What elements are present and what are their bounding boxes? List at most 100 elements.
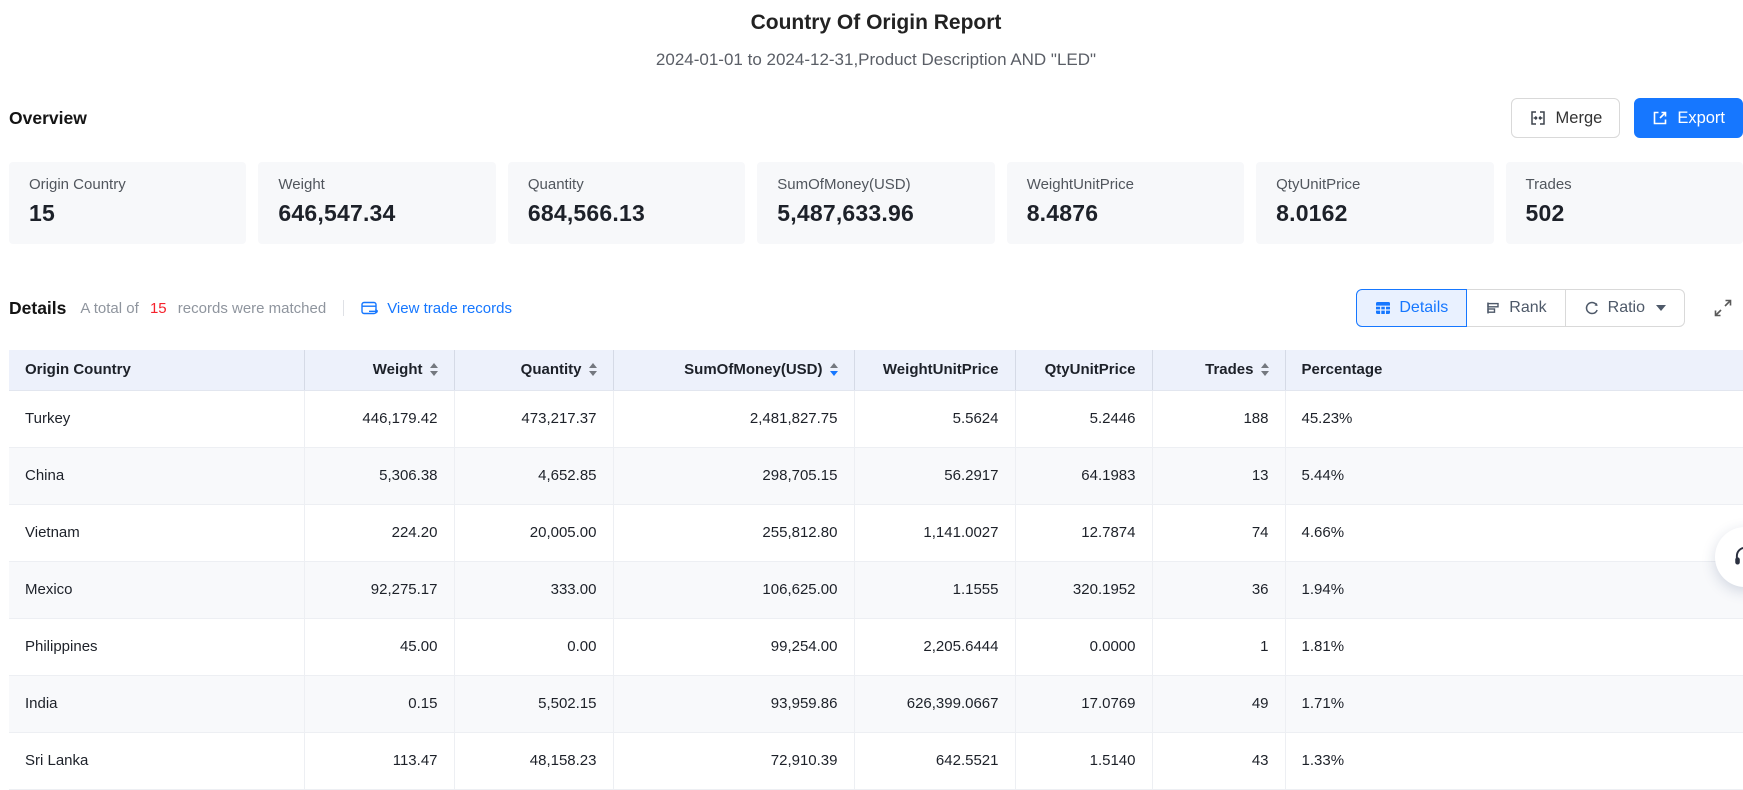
details-toolbar: Details Rank — [1356, 289, 1743, 327]
export-button[interactable]: Export — [1634, 98, 1743, 138]
cell-quantity: 48,158.23 — [454, 732, 613, 789]
sort-carets-icon[interactable] — [430, 363, 438, 376]
stat-card-value: 8.4876 — [1027, 200, 1224, 227]
chevron-down-icon — [1656, 305, 1666, 311]
cell-sum_of_money_usd: 72,910.39 — [613, 732, 854, 789]
column-header-quantity[interactable]: Quantity — [454, 350, 613, 390]
cell-weight: 5,306.38 — [304, 447, 454, 504]
tab-ratio[interactable]: Ratio — [1565, 289, 1685, 327]
column-header-sum_of_money_usd[interactable]: SumOfMoney(USD) — [613, 350, 854, 390]
sort-carets-icon[interactable] — [1261, 363, 1269, 376]
stat-card-weightunitprice: WeightUnitPrice 8.4876 — [1007, 162, 1244, 244]
matched-summary: A total of 15 records were matched — [80, 300, 326, 317]
export-button-label: Export — [1677, 109, 1725, 128]
title-bar: Country Of Origin Report 2024-01-01 to 2… — [9, 0, 1743, 70]
stat-card-value: 646,547.34 — [278, 200, 475, 227]
cell-quantity: 0.00 — [454, 618, 613, 675]
stat-card-label: Quantity — [528, 176, 725, 193]
vertical-divider — [343, 300, 344, 316]
cell-weight_unit_price: 56.2917 — [854, 447, 1015, 504]
action-buttons: Merge Export — [1511, 98, 1743, 138]
stat-card-value: 502 — [1526, 200, 1723, 227]
table-row: Vietnam224.2020,005.00255,812.801,141.00… — [9, 504, 1743, 561]
table-row: Philippines45.000.0099,254.002,205.64440… — [9, 618, 1743, 675]
cell-qty_unit_price: 12.7874 — [1015, 504, 1152, 561]
cell-qty_unit_price: 5.2446 — [1015, 390, 1152, 447]
view-switch-tabs: Details Rank — [1356, 289, 1685, 327]
details-header-row: Details A total of 15 records were match… — [9, 288, 1743, 328]
details-heading: Details — [9, 298, 66, 319]
cell-quantity: 333.00 — [454, 561, 613, 618]
tab-rank[interactable]: Rank — [1466, 289, 1565, 327]
cell-trades: 49 — [1152, 675, 1285, 732]
column-header-percentage: Percentage — [1285, 350, 1743, 390]
cell-trades: 13 — [1152, 447, 1285, 504]
cell-origin_country: Vietnam — [9, 504, 304, 561]
cell-weight: 0.15 — [304, 675, 454, 732]
cell-weight: 113.47 — [304, 732, 454, 789]
cell-trades: 188 — [1152, 390, 1285, 447]
cell-percentage: 45.23% — [1285, 390, 1743, 447]
merge-button[interactable]: Merge — [1511, 98, 1621, 138]
cell-weight: 224.20 — [304, 504, 454, 561]
cell-sum_of_money_usd: 255,812.80 — [613, 504, 854, 561]
sort-carets-icon[interactable] — [589, 363, 597, 376]
merge-icon — [1529, 109, 1547, 127]
cell-percentage: 1.81% — [1285, 618, 1743, 675]
table-header-row: Origin Country Weight Quantity SumOfMoney(U… — [9, 350, 1743, 390]
stat-card-value: 684,566.13 — [528, 200, 725, 227]
sort-carets-icon[interactable] — [830, 363, 838, 376]
details-table: Origin Country Weight Quantity SumOfMoney(U… — [9, 350, 1743, 790]
table-row: India0.155,502.1593,959.86626,399.066717… — [9, 675, 1743, 732]
cell-qty_unit_price: 17.0769 — [1015, 675, 1152, 732]
column-header-label: Weight — [373, 361, 423, 378]
cell-quantity: 4,652.85 — [454, 447, 613, 504]
cell-qty_unit_price: 64.1983 — [1015, 447, 1152, 504]
view-trade-records-link[interactable]: View trade records — [361, 300, 512, 317]
cell-sum_of_money_usd: 298,705.15 — [613, 447, 854, 504]
cell-quantity: 473,217.37 — [454, 390, 613, 447]
cell-qty_unit_price: 320.1952 — [1015, 561, 1152, 618]
cell-percentage: 4.66% — [1285, 504, 1743, 561]
column-header-label: QtyUnitPrice — [1045, 361, 1136, 378]
stat-card-sumofmoney-usd-: SumOfMoney(USD)5,487,633.96 — [757, 162, 994, 244]
column-header-weight_unit_price: WeightUnitPrice — [854, 350, 1015, 390]
cell-percentage: 5.44% — [1285, 447, 1743, 504]
tab-rank-label: Rank — [1509, 299, 1546, 317]
column-header-label: Trades — [1205, 361, 1253, 378]
stat-card-trades: Trades502 — [1506, 162, 1743, 244]
tab-details[interactable]: Details — [1356, 289, 1467, 327]
page-title: Country Of Origin Report — [9, 10, 1743, 36]
cell-weight: 45.00 — [304, 618, 454, 675]
stat-card-label: WeightUnitPrice — [1027, 176, 1224, 193]
merge-button-label: Merge — [1556, 109, 1603, 128]
column-header-qty_unit_price: QtyUnitPrice — [1015, 350, 1152, 390]
cell-weight_unit_price: 626,399.0667 — [854, 675, 1015, 732]
fullscreen-button[interactable] — [1713, 298, 1733, 318]
stat-card-origin-country: Origin Country15 — [9, 162, 246, 244]
circular-arrow-icon — [1584, 300, 1600, 316]
stat-card-label: QtyUnitPrice — [1276, 176, 1473, 193]
cell-origin_country: Mexico — [9, 561, 304, 618]
cell-percentage: 1.94% — [1285, 561, 1743, 618]
overview-header-row: Overview Merge — [9, 98, 1743, 138]
column-header-label: Percentage — [1302, 361, 1383, 378]
report-page: Country Of Origin Report 2024-01-01 to 2… — [0, 0, 1743, 790]
stat-card-label: Origin Country — [29, 176, 226, 193]
headset-icon — [1732, 544, 1743, 570]
cell-weight_unit_price: 642.5521 — [854, 732, 1015, 789]
cell-origin_country: China — [9, 447, 304, 504]
cell-origin_country: Sri Lanka — [9, 732, 304, 789]
matched-suffix: records were matched — [178, 300, 326, 317]
column-header-label: Origin Country — [25, 361, 131, 378]
table-grid-icon — [1375, 300, 1391, 316]
export-icon — [1652, 110, 1668, 126]
column-header-weight[interactable]: Weight — [304, 350, 454, 390]
column-header-trades[interactable]: Trades — [1152, 350, 1285, 390]
cell-weight_unit_price: 2,205.6444 — [854, 618, 1015, 675]
matched-count: 15 — [150, 300, 167, 317]
table-row: Mexico92,275.17333.00106,625.001.1555320… — [9, 561, 1743, 618]
column-header-label: Quantity — [521, 361, 582, 378]
column-header-origin_country: Origin Country — [9, 350, 304, 390]
cell-sum_of_money_usd: 93,959.86 — [613, 675, 854, 732]
